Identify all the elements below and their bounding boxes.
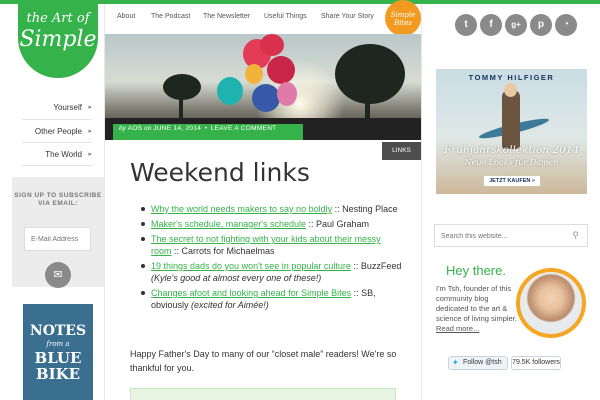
nav-link-share-your-story[interactable]: Share Your Story xyxy=(321,13,374,20)
list-item: Changes afoot and looking ahead for Simp… xyxy=(140,287,402,311)
balloon xyxy=(245,64,263,84)
post-meta: by AOS on JUNE 14, 2014 • LEAVE A COMMEN… xyxy=(113,124,303,140)
post-link[interactable]: Maker's schedule, manager's schedule xyxy=(151,219,306,229)
ad-subline: Neue Looks für Damen xyxy=(464,158,559,167)
balloon xyxy=(217,77,243,105)
category-tag[interactable]: LINKS xyxy=(382,142,421,160)
search-icon[interactable]: ⚲ xyxy=(572,230,579,241)
link-note: (Kyle's good at almost every one of thes… xyxy=(151,273,322,283)
avatar xyxy=(516,268,586,338)
callout-box xyxy=(130,388,396,400)
mail-icon: ✉ xyxy=(53,269,63,281)
badge-line-1: Simple xyxy=(390,11,416,19)
list-item: The secret to not fighting with your kid… xyxy=(140,233,402,257)
logo-line-1: the Art of xyxy=(26,11,90,26)
chevron-right-icon: ▸ xyxy=(88,128,92,135)
googleplus-icon[interactable]: g+ xyxy=(505,14,527,36)
link-list: Why the world needs makers to say no bol… xyxy=(140,203,402,314)
about-bio-text: I'm Tsh, founder of this community blog … xyxy=(436,284,517,323)
link-source: :: Carrots for Michaelmas xyxy=(171,246,275,256)
date-prefix: on xyxy=(144,125,152,132)
book-title-line-2: from a xyxy=(46,340,70,348)
left-nav-item-the-world[interactable]: The World ▸ xyxy=(22,143,92,166)
balloon xyxy=(260,34,284,56)
balloon xyxy=(252,84,280,112)
search-box: ⚲ xyxy=(434,224,588,247)
subscribe-box: SIGN UP TO SUBSCRIBE VIA EMAIL: ✉ xyxy=(12,177,104,288)
post-author[interactable]: AOS xyxy=(128,125,143,132)
nav-link-newsletter[interactable]: The Newsletter xyxy=(203,13,250,20)
subscribe-title: SIGN UP TO SUBSCRIBE VIA EMAIL: xyxy=(14,192,102,207)
ad-model xyxy=(502,89,520,149)
follower-count: 79.5K followers xyxy=(511,356,561,370)
book-promo[interactable]: NOTES from a BLUE BIKE xyxy=(23,304,93,400)
leave-comment-link[interactable]: LEAVE A COMMENT xyxy=(211,125,277,132)
follow-button[interactable]: ✦ Follow @tsh xyxy=(448,356,508,370)
email-field[interactable] xyxy=(24,227,91,251)
about-greeting: Hey there. xyxy=(446,263,506,278)
ad-model-head xyxy=(504,83,517,97)
pinterest-icon[interactable]: p xyxy=(530,14,552,36)
post-title: Weekend links xyxy=(130,158,310,187)
ad-brand-text: TOMMY HILFIGER xyxy=(468,73,555,82)
ad-shop-button[interactable]: JETZT KAUFEN » xyxy=(484,176,540,186)
book-title-line-3: BLUE xyxy=(34,349,82,367)
nav-link-podcast[interactable]: The Podcast xyxy=(151,13,190,20)
left-nav-item-other-people[interactable]: Other People ▸ xyxy=(22,120,92,143)
balloon xyxy=(277,82,297,106)
list-item: Maker's schedule, manager's schedule :: … xyxy=(140,218,402,230)
post-link[interactable]: Changes afoot and looking ahead for Simp… xyxy=(151,288,351,298)
link-note: (excited for Aimée!) xyxy=(191,300,269,310)
left-nav-label: Yourself xyxy=(53,103,82,112)
logo-line-2: Simple xyxy=(19,27,97,52)
column-divider xyxy=(421,4,422,400)
search-input[interactable] xyxy=(441,229,561,243)
follow-label: Follow @tsh xyxy=(463,359,502,366)
left-nav-item-yourself[interactable]: Yourself ▸ xyxy=(22,96,92,120)
link-source: :: BuzzFeed xyxy=(350,261,402,271)
left-nav-label: Other People xyxy=(34,127,82,136)
post-link[interactable]: 19 things dads do you won't see in popul… xyxy=(151,261,351,271)
advertisement[interactable]: TOMMY HILFIGER Frühjahrskollektion 2014 … xyxy=(436,69,587,194)
list-item: 19 things dads do you won't see in popul… xyxy=(140,260,402,284)
twitter-bird-icon: ✦ xyxy=(452,358,459,367)
list-item: Why the world needs makers to say no bol… xyxy=(140,203,402,215)
ad-brand: TOMMY HILFIGER xyxy=(436,73,587,82)
avatar-photo xyxy=(520,272,582,334)
badge-line-2: Bites xyxy=(394,19,412,27)
left-nav-label: The World xyxy=(45,150,82,159)
nav-link-useful-things[interactable]: Useful Things xyxy=(264,13,307,20)
chevron-right-icon: ▸ xyxy=(88,151,92,158)
read-more-link[interactable]: Read more... xyxy=(436,324,479,333)
post-date: JUNE 14, 2014 xyxy=(153,125,202,132)
site-logo[interactable]: the Art of Simple xyxy=(18,4,98,78)
link-source: :: Nesting Place xyxy=(332,204,398,214)
twitter-icon[interactable]: t xyxy=(455,14,477,36)
facebook-icon[interactable]: f xyxy=(480,14,502,36)
simple-bites-badge[interactable]: Simple Bites xyxy=(385,0,421,36)
balloon xyxy=(267,56,295,84)
about-bio: I'm Tsh, founder of this community blog … xyxy=(436,284,518,334)
link-source: :: Paul Graham xyxy=(306,219,370,229)
nav-link-about[interactable]: About xyxy=(117,13,135,20)
left-nav: Yourself ▸ Other People ▸ The World ▸ xyxy=(22,96,92,166)
byline-prefix: by xyxy=(119,125,126,132)
hero-tree xyxy=(335,44,405,104)
book-title-line-1: NOTES xyxy=(29,323,87,339)
ad-headline: Frühjahrskollektion 2014 xyxy=(443,144,580,156)
subscribe-button[interactable]: ✉ xyxy=(45,262,71,288)
chevron-right-icon: ▸ xyxy=(88,104,92,111)
book-title-line-4: BIKE xyxy=(35,365,81,383)
post-paragraph: Happy Father's Day to many of our “close… xyxy=(130,349,397,373)
rss-icon[interactable]: ◔ xyxy=(555,14,577,36)
post-link[interactable]: Why the world needs makers to say no bol… xyxy=(151,204,332,214)
